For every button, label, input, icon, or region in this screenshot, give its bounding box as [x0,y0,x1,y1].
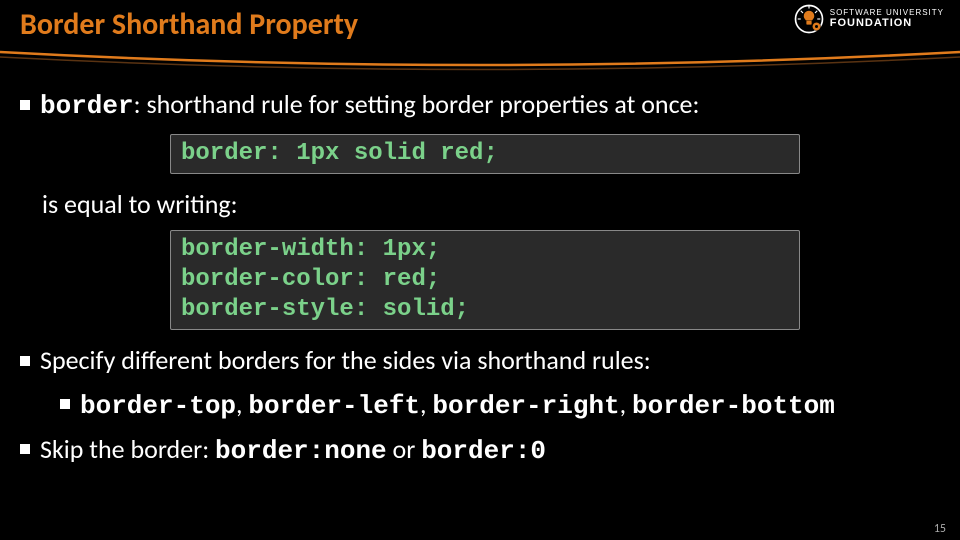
page-number: 15 [934,522,946,536]
content: border: shorthand rule for setting borde… [20,88,940,474]
bullet-2-text: Specify different borders for the sides … [40,344,651,376]
logo-text: SOFTWARE UNIVERSITY FOUNDATION [830,9,944,29]
bullet-3-mid: or [387,433,422,465]
code-line: border-width: 1px; [181,235,789,265]
logo-line2: FOUNDATION [830,18,944,29]
code-block-2: border-width: 1px; border-color: red; bo… [170,230,800,330]
code-line: border-style: solid; [181,295,789,325]
bullet-1-text: : shorthand rule for setting border prop… [134,88,700,120]
bullet-marker-icon [20,444,30,454]
code-token: border-left [248,391,420,421]
bullet-marker-icon [20,356,30,366]
equal-text: is equal to writing: [42,188,940,220]
code-token: border-right [432,391,619,421]
divider-arc [0,48,960,72]
bullet-marker-icon [20,100,30,110]
logo: SOFTWARE UNIVERSITY FOUNDATION [794,4,944,34]
logo-line1: SOFTWARE UNIVERSITY [830,9,944,17]
slide-title: Border Shorthand Property [20,6,358,43]
code-line: border-color: red; [181,265,789,295]
bullet-1: border: shorthand rule for setting borde… [20,88,940,124]
slide: Border Shorthand Property SOFTWARE UNIVE… [0,0,960,540]
code-token: border-top [80,391,236,421]
code-block-1: border: 1px solid red; [170,134,800,174]
bullet-3-pre: Skip the border: [40,433,215,465]
lightbulb-gear-icon [794,4,824,34]
bullet-marker-icon [60,399,70,409]
bullet-3: Skip the border: border:none or border:0 [20,433,940,469]
code-token: border-bottom [632,391,835,421]
bullet-1-code: border [40,91,134,121]
code-token: border:none [215,436,387,466]
bullet-2: Specify different borders for the sides … [20,344,940,378]
code-line: border: 1px solid red; [181,139,789,169]
code-token: border:0 [421,436,546,466]
bullet-2-sub: border-top, border-left, border-right, b… [60,388,940,421]
